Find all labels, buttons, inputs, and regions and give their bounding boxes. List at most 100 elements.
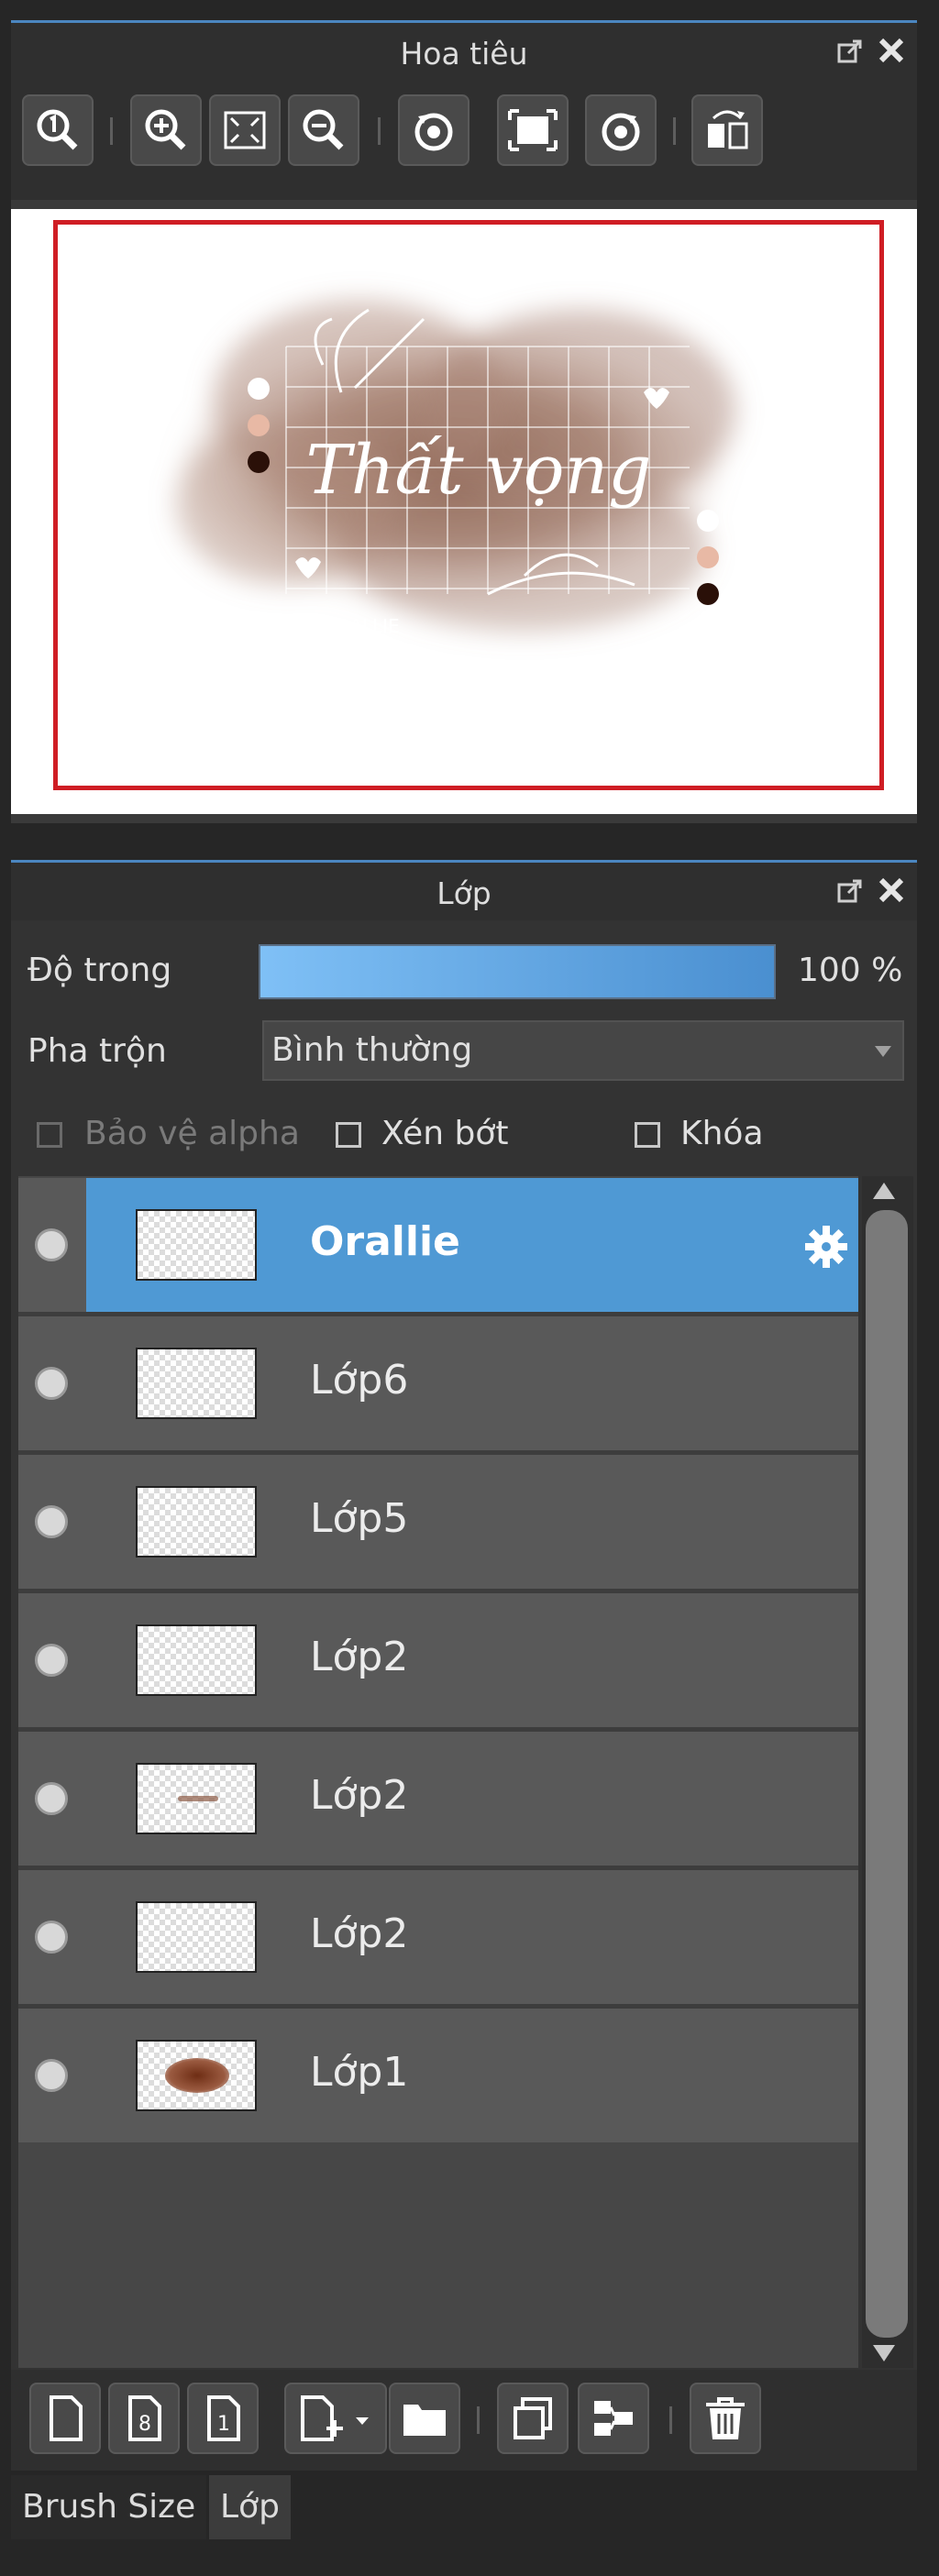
add-page-dropdown-icon (301, 2395, 369, 2441)
rotate-right-button[interactable] (585, 94, 657, 166)
fit-to-window-button[interactable] (209, 94, 281, 166)
page-8-icon: 8 (128, 2395, 161, 2441)
protect-alpha-checkbox[interactable] (37, 1122, 62, 1148)
toolbar-separator (477, 2406, 480, 2434)
svg-text:8: 8 (138, 2413, 151, 2436)
panel-tabs: Brush Size Lớp (11, 2475, 917, 2539)
layer-name: Orallie (310, 1218, 460, 1265)
clipping-checkbox[interactable] (336, 1122, 361, 1148)
toolbar-separator (669, 2406, 672, 2434)
layer-thumbnail (136, 2040, 257, 2111)
merge-icon (594, 2401, 633, 2436)
visibility-toggle-icon[interactable] (35, 1367, 68, 1400)
new-layer-button[interactable] (29, 2383, 101, 2454)
reset-view-button[interactable] (497, 94, 569, 166)
layers-titlebar: Lớp (11, 860, 917, 920)
flip-icon (708, 110, 748, 149)
layer-row-lop1[interactable]: Lớp1 (18, 2009, 858, 2142)
navigator-title: Hoa tiêu (400, 36, 528, 72)
panel-gap (11, 823, 917, 860)
chevron-down-icon (875, 1046, 891, 1057)
close-icon[interactable] (877, 36, 906, 65)
layer-row-lop2[interactable]: Lớp2 (18, 1732, 858, 1866)
popout-icon[interactable] (836, 877, 864, 905)
opacity-value: 100 % (798, 952, 903, 989)
visibility-toggle-icon[interactable] (35, 2059, 68, 2092)
visibility-toggle-icon[interactable] (35, 1505, 68, 1538)
navigator-toolbar (11, 81, 917, 200)
tab-brush-size[interactable]: Brush Size (11, 2475, 207, 2539)
visibility-toggle-icon[interactable] (35, 1644, 68, 1677)
new-page-icon (50, 2395, 83, 2441)
scroll-up-icon[interactable] (873, 1181, 895, 1199)
gear-icon[interactable] (803, 1224, 849, 1270)
thumbnail-cloud-mark (165, 2058, 229, 2093)
top-strip (0, 0, 939, 20)
add-layer-menu-button[interactable] (284, 2383, 387, 2454)
blend-mode-value: Bình thường (271, 1031, 473, 1069)
layer-thumbnail (136, 1486, 257, 1558)
zoom-in-icon (145, 109, 186, 150)
layer-thumbnail (136, 1348, 257, 1419)
layer-thumbnail (136, 1209, 257, 1281)
layers-bottom-toolbar: 8 1 (11, 2370, 917, 2471)
layer-name: Lớp6 (310, 1357, 409, 1404)
rotate-left-icon (414, 113, 453, 151)
layer-name: Lớp1 (310, 2049, 409, 2096)
layer-thumbnail (136, 1624, 257, 1696)
viewport-frame[interactable] (53, 220, 884, 790)
merge-down-button[interactable] (578, 2383, 649, 2454)
layer-thumbnail (136, 1901, 257, 1973)
zoom-actual-icon (37, 109, 78, 150)
visibility-toggle-icon[interactable] (35, 1228, 68, 1261)
clipping-label: Xén bớt (381, 1115, 509, 1152)
scrollbar-thumb[interactable] (866, 1210, 908, 2338)
blend-mode-select[interactable]: Bình thường (262, 1020, 904, 1081)
delete-layer-button[interactable] (690, 2383, 761, 2454)
zoom-out-icon (303, 109, 344, 150)
layer-row-orallie[interactable]: Orallie (18, 1178, 858, 1312)
new-8bit-layer-button[interactable]: 8 (108, 2383, 180, 2454)
layer-name: Lớp2 (310, 1910, 409, 1957)
layer-name: Lớp5 (310, 1495, 409, 1542)
page-1-icon: 1 (207, 2395, 240, 2441)
thumbnail-text-mark (178, 1796, 218, 1801)
popout-icon[interactable] (836, 38, 864, 65)
trash-icon (706, 2397, 745, 2439)
blend-label: Pha trộn (28, 1032, 167, 1070)
zoom-in-button[interactable] (130, 94, 202, 166)
rotate-right-icon (602, 113, 640, 151)
layer-name: Lớp2 (310, 1634, 409, 1680)
duplicate-icon (514, 2397, 552, 2439)
layer-row-lop6[interactable]: Lớp6 (18, 1316, 858, 1450)
toolbar-separator (673, 117, 676, 145)
layers-title: Lớp (436, 875, 492, 911)
opacity-slider[interactable] (259, 944, 776, 999)
close-icon[interactable] (877, 875, 906, 905)
flip-horizontal-button[interactable] (691, 94, 763, 166)
zoom-actual-button[interactable] (22, 94, 94, 166)
rotate-left-button[interactable] (398, 94, 470, 166)
lock-checkbox[interactable] (635, 1122, 660, 1148)
visibility-toggle-icon[interactable] (35, 1921, 68, 1954)
layer-row-lop2[interactable]: Lớp2 (18, 1593, 858, 1727)
layer-row-lop2[interactable]: Lớp2 (18, 1870, 858, 2004)
visibility-toggle-icon[interactable] (35, 1782, 68, 1815)
fit-window-icon (224, 111, 266, 149)
layer-row-lop5[interactable]: Lớp5 (18, 1455, 858, 1589)
opacity-label: Độ trong (28, 952, 172, 989)
zoom-out-button[interactable] (288, 94, 359, 166)
duplicate-layer-button[interactable] (497, 2383, 569, 2454)
layer-thumbnail (136, 1763, 257, 1834)
toolbar-separator (110, 117, 113, 145)
new-folder-button[interactable] (389, 2383, 460, 2454)
svg-text:1: 1 (217, 2413, 230, 2436)
folder-icon (403, 2405, 446, 2436)
scroll-down-icon[interactable] (873, 2345, 895, 2363)
tab-layers[interactable]: Lớp (209, 2475, 291, 2539)
new-1bit-layer-button[interactable]: 1 (187, 2383, 259, 2454)
protect-alpha-label: Bảo vệ alpha (84, 1115, 300, 1152)
layer-name: Lớp2 (310, 1772, 409, 1819)
toolbar-separator (378, 117, 381, 145)
lock-label: Khóa (680, 1115, 764, 1152)
